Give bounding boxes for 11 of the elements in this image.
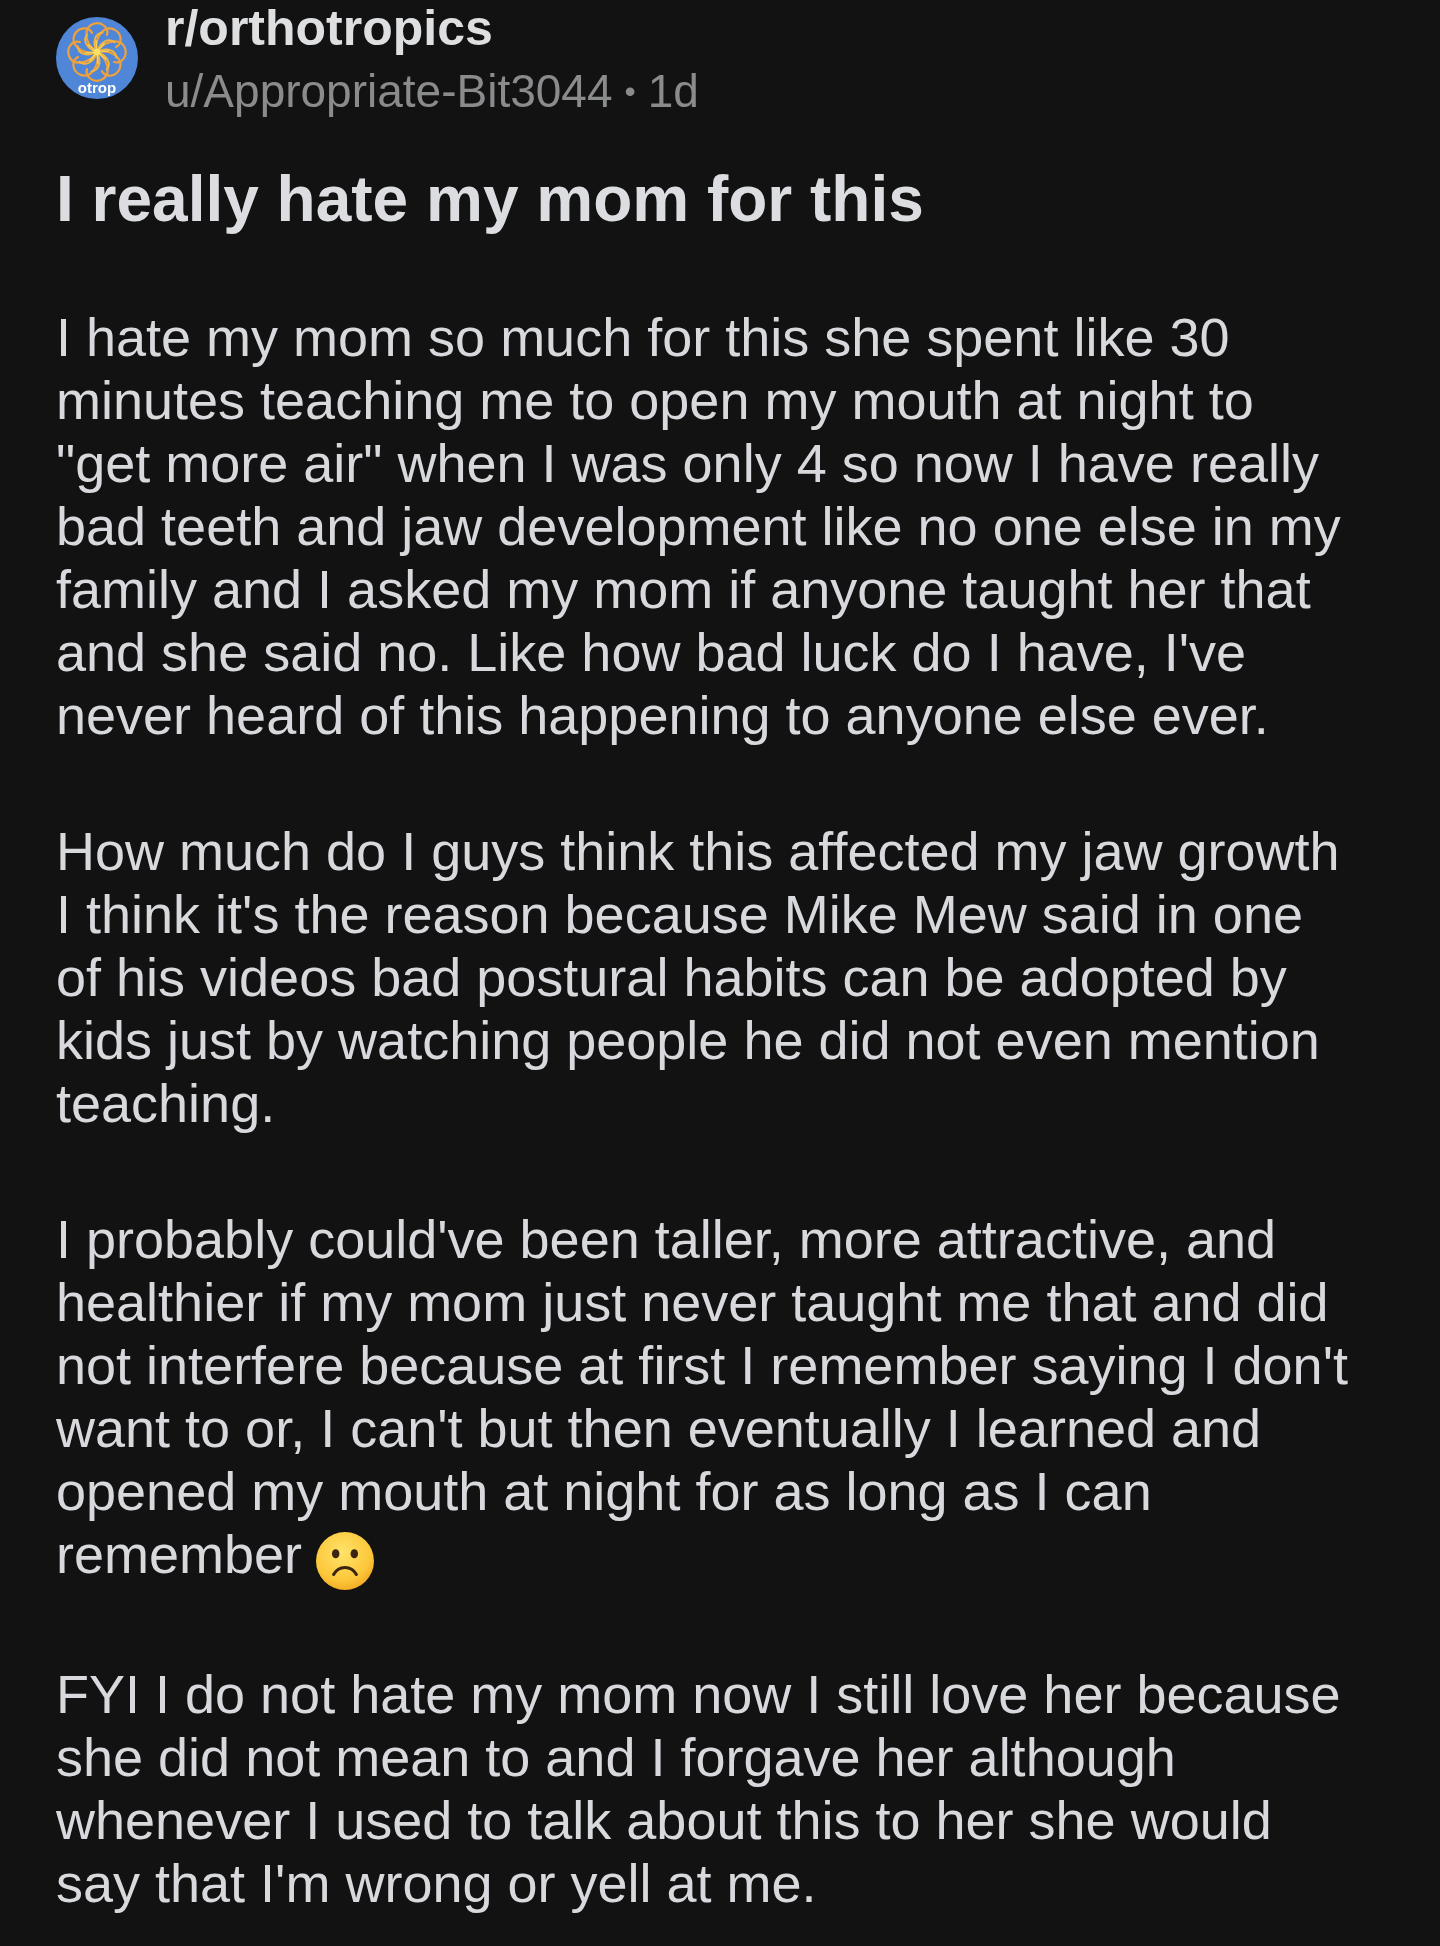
username-link[interactable]: u/Appropriate-Bit3044 bbox=[165, 63, 613, 119]
post-title: I really hate my mom for this bbox=[56, 162, 925, 237]
post-paragraph: FYI I do not hate my mom now I still love her because she did not mean to and I forgave her although whenever I used to talk about this to her she would say that I'm wrong or yell at me. bbox=[56, 1664, 1341, 1913]
post-paragraph: I probably could've been taller, more attractive, and healthier if my mom just never taught me that and did not interfere because at first I remember saying I don't want to or, I can't but then eventually I learned and opened my mouth at night for as long as I can remember bbox=[56, 1209, 1348, 1584]
post-age: 1d bbox=[647, 64, 699, 119]
separator-dot: • bbox=[624, 72, 636, 111]
subreddit-link[interactable]: r/orthotropics bbox=[165, 0, 493, 56]
avatar-label: otrop bbox=[77, 80, 117, 95]
post-paragraph: I hate my mom so much for this she spent like 30 minutes teaching me to open my mouth at night to "get more air" when I was only 4 so now I have really bad teeth and jaw development like no one else in my family and I asked my mom if anyone taught her that and she said no. Like how bad luck do I have, I've never heard of this happening to anyone else ever. bbox=[56, 307, 1341, 745]
post-paragraph: How much do I guys think this affected my jaw growth I think it's the reason because Mike Mew said in one of his videos bad postural habits can be adopted by kids just by watching people he did not even mention teaching. bbox=[56, 821, 1340, 1133]
spiral-logo-icon bbox=[56, 17, 138, 99]
